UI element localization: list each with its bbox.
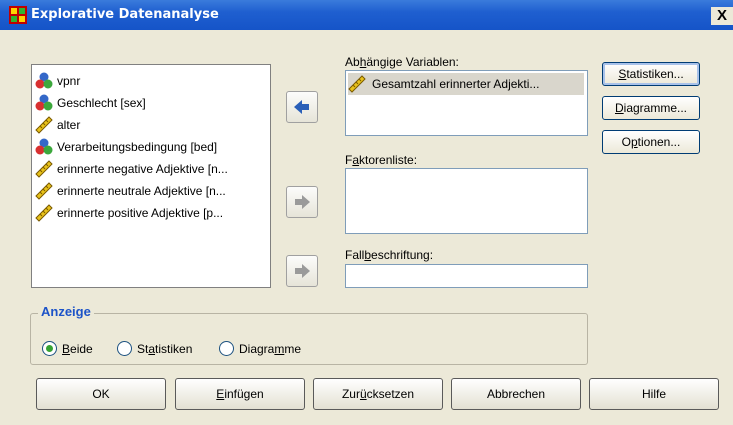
variable-label: vpnr [57, 74, 81, 88]
options-button[interactable]: Optionen... [602, 130, 700, 154]
window-title: Explorative Datenanalyse [31, 7, 219, 22]
case-label-label: Fallbeschriftung: [345, 248, 434, 262]
variable-label: erinnerte negative Adjektive [n... [57, 162, 228, 176]
nominal-icon [35, 72, 53, 89]
help-button[interactable]: Hilfe [589, 378, 719, 410]
radio-circle[interactable] [219, 341, 234, 356]
list-item[interactable]: erinnerte neutrale Adjektive [n... [35, 181, 265, 201]
move-case-label-button[interactable] [286, 255, 318, 287]
scale-icon [35, 182, 53, 200]
radio-both[interactable]: Beide [42, 341, 93, 356]
radio-circle[interactable] [117, 341, 132, 356]
variable-label: Verarbeitungsbedingung [bed] [57, 140, 218, 154]
case-label-field[interactable] [345, 264, 588, 288]
variable-label: erinnerte neutrale Adjektive [n... [57, 184, 226, 198]
radio-statistics[interactable]: Statistiken [117, 341, 192, 356]
scale-icon [35, 160, 53, 178]
paste-button[interactable]: Einfügen [175, 378, 305, 410]
variable-label: Geschlecht [sex] [57, 96, 146, 110]
dependent-variable-list[interactable]: Gesamtzahl erinnerter Adjekti... [345, 70, 588, 136]
list-item[interactable]: Gesamtzahl erinnerter Adjekti... [348, 73, 584, 95]
plots-button[interactable]: Diagramme... [602, 96, 700, 120]
app-icon [9, 6, 27, 24]
radio-label: Diagramme [239, 341, 302, 356]
reset-button[interactable]: Zurücksetzen [313, 378, 443, 410]
list-item[interactable]: alter [35, 115, 265, 135]
variable-label: Gesamtzahl erinnerter Adjekti... [372, 77, 540, 91]
move-dependent-button[interactable] [286, 91, 318, 123]
ok-button[interactable]: OK [36, 378, 166, 410]
list-item[interactable]: erinnerte negative Adjektive [n... [35, 159, 265, 179]
arrow-left-icon [294, 100, 309, 114]
radio-label: Beide [62, 341, 93, 356]
close-button[interactable]: X [711, 7, 733, 25]
display-group [30, 313, 588, 365]
list-item[interactable]: vpnr [35, 71, 265, 91]
scale-icon [35, 204, 53, 222]
move-factor-button[interactable] [286, 186, 318, 218]
radio-dot [46, 345, 53, 352]
title-bar[interactable]: Explorative Datenanalyse X [0, 0, 733, 30]
arrow-right-icon [295, 195, 310, 209]
arrow-right-icon [295, 264, 310, 278]
scale-icon [348, 75, 366, 93]
dependent-label: Abhängige Variablen: [345, 55, 459, 69]
scale-icon [35, 116, 53, 134]
nominal-icon [35, 94, 53, 111]
close-icon: X [716, 7, 727, 24]
variable-label: alter [57, 118, 81, 132]
radio-plots[interactable]: Diagramme [219, 341, 301, 356]
variable-label: erinnerte positive Adjektive [p... [57, 206, 224, 220]
radio-circle[interactable] [42, 341, 57, 356]
factor-label: Faktorenliste: [345, 153, 418, 167]
statistics-button[interactable]: Statistiken... [602, 62, 700, 86]
radio-label: Statistiken [137, 341, 193, 356]
source-variable-list[interactable]: vpnr Geschlecht [sex] alter Verarbeitung… [31, 64, 271, 288]
list-item[interactable]: Geschlecht [sex] [35, 93, 265, 113]
display-group-title: Anzeige [38, 304, 94, 319]
list-item[interactable]: erinnerte positive Adjektive [p... [35, 203, 265, 223]
list-item[interactable]: Verarbeitungsbedingung [bed] [35, 137, 265, 157]
nominal-icon [35, 138, 53, 155]
cancel-button[interactable]: Abbrechen [451, 378, 581, 410]
dialog-window: Explorative Datenanalyse X vpnr Geschlec… [0, 0, 733, 425]
factor-list[interactable] [345, 168, 588, 234]
